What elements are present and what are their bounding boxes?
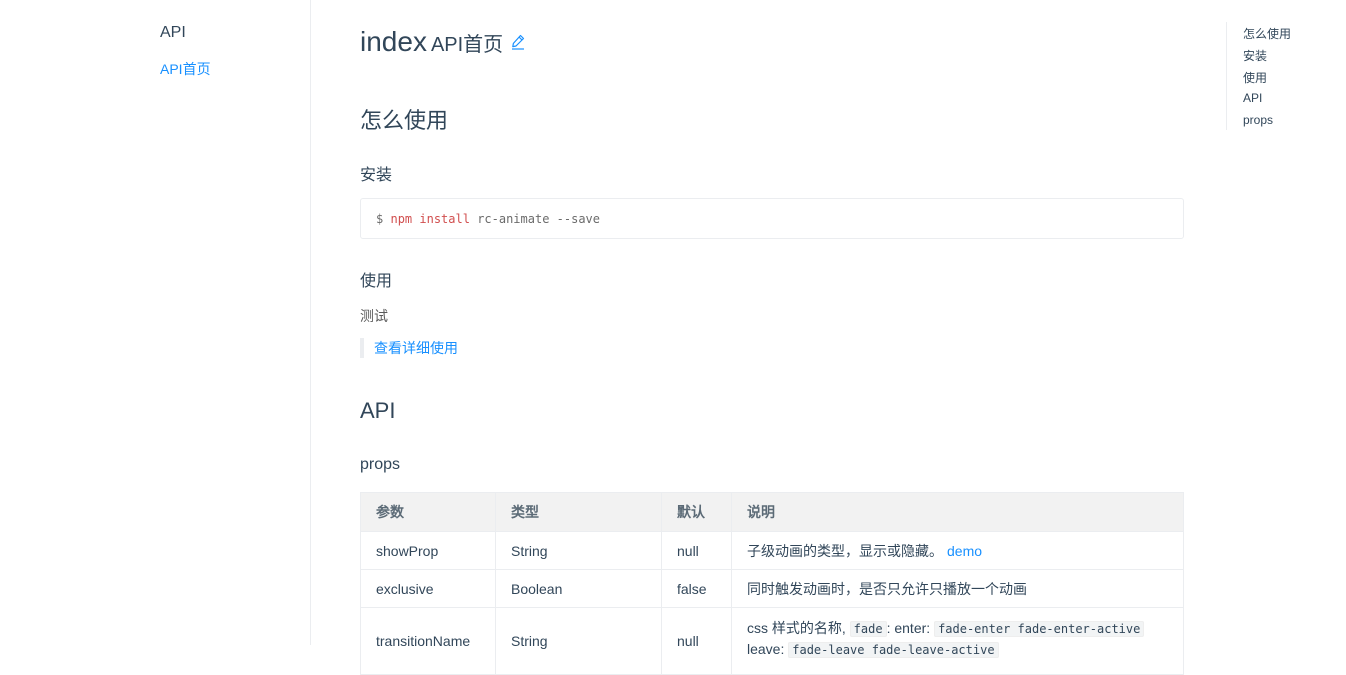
- left-sidebar: API API首页: [0, 0, 311, 645]
- cell-desc: css 样式的名称, fade: enter: fade-enter fade-…: [731, 607, 1184, 675]
- cell-default: null: [661, 607, 732, 675]
- pencil-icon[interactable]: [511, 34, 525, 55]
- code-prompt: $: [376, 212, 384, 226]
- code-args: rc-animate --save: [477, 212, 601, 226]
- cell-desc: 同时触发动画时，是否只允许只播放一个动画: [731, 569, 1184, 608]
- toc-item-usage[interactable]: 怎么使用: [1243, 25, 1291, 42]
- col-header-param: 参数: [360, 492, 496, 532]
- col-header-type: 类型: [495, 492, 662, 532]
- toc-item-install[interactable]: 安装: [1243, 47, 1267, 64]
- page-title: index API首页: [360, 26, 525, 58]
- heading-use: 使用: [360, 273, 393, 290]
- cell-default: null: [661, 531, 732, 570]
- col-header-desc: 说明: [731, 492, 1184, 532]
- cell-type: String: [495, 607, 662, 675]
- heading-usage: 怎么使用: [360, 108, 449, 133]
- toc-item-use[interactable]: 使用: [1243, 69, 1267, 86]
- code-leave-classes: fade-leave fade-leave-active: [788, 642, 999, 658]
- code-fade: fade: [849, 621, 887, 637]
- col-header-default: 默认: [661, 492, 732, 532]
- desc-text: css 样式的名称,: [747, 620, 846, 636]
- table-header-row: 参数 类型 默认 说明: [360, 492, 1184, 532]
- table-row: transitionName String null css 样式的名称, fa…: [360, 607, 1184, 675]
- desc-text: leave:: [747, 641, 785, 657]
- page-title-sub: API首页: [430, 34, 504, 56]
- desc-text: : enter:: [886, 620, 931, 636]
- table-row: exclusive Boolean false 同时触发动画时，是否只允许只播放…: [360, 569, 1184, 608]
- cell-type: Boolean: [495, 569, 662, 608]
- demo-link[interactable]: demo: [947, 543, 982, 559]
- props-table: 参数 类型 默认 说明 showProp String null 子级动画的类型…: [360, 492, 1184, 675]
- cell-type: String: [495, 531, 662, 570]
- install-code-block: $ npm install rc-animate --save: [360, 198, 1184, 239]
- detail-usage-link[interactable]: 查看详细使用: [360, 338, 458, 358]
- page-title-name: index: [360, 26, 427, 57]
- cell-param: exclusive: [360, 569, 496, 608]
- cell-param: showProp: [360, 531, 496, 570]
- heading-install: 安装: [360, 167, 393, 184]
- test-text: 测试: [360, 308, 388, 324]
- toc-item-props[interactable]: props: [1243, 113, 1273, 127]
- cell-param: transitionName: [360, 607, 496, 675]
- heading-props: props: [360, 456, 401, 473]
- code-command: npm install: [390, 212, 470, 226]
- toc-item-api[interactable]: API: [1243, 91, 1262, 105]
- cell-default: false: [661, 569, 732, 608]
- sidebar-item-api-home[interactable]: API首页: [160, 59, 211, 79]
- table-of-contents: 怎么使用 安装 使用 API props: [1226, 22, 1327, 130]
- cell-desc: 子级动画的类型，显示或隐藏。 demo: [731, 531, 1184, 570]
- code-enter-classes: fade-enter fade-enter-active: [934, 621, 1145, 637]
- sidebar-title: API: [160, 24, 186, 41]
- table-row: showProp String null 子级动画的类型，显示或隐藏。 demo: [360, 531, 1184, 570]
- desc-text: 子级动画的类型，显示或隐藏。: [747, 542, 943, 559]
- heading-api: API: [360, 398, 396, 423]
